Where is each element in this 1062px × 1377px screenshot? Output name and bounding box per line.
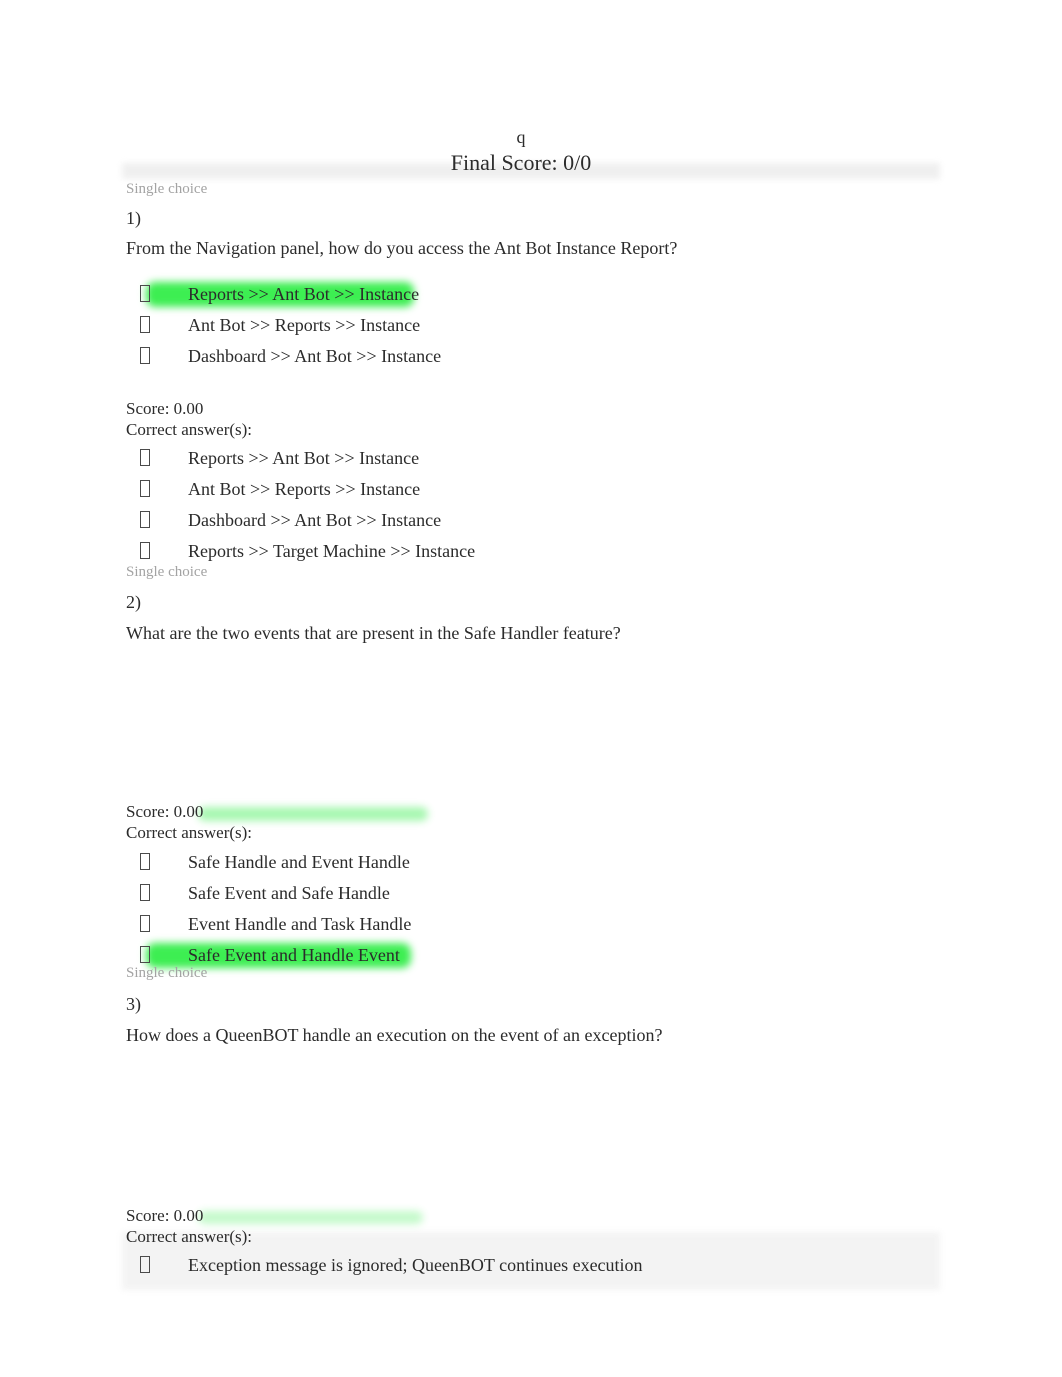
- correct-answers-label: Correct answer(s):: [126, 823, 253, 842]
- question-1-number: 1): [126, 208, 141, 228]
- score-value: Score: 0.00: [126, 399, 204, 418]
- correct-option-row: Ant Bot >> Reports >> Instance: [126, 474, 942, 505]
- correct-option-row: Event Handle and Task Handle: [126, 909, 942, 940]
- question-3-empty-response-area: [126, 1060, 942, 1200]
- question-1-score: Score: 0.00 Correct answer(s):: [126, 398, 942, 440]
- checkbox-icon: [126, 909, 188, 940]
- question-2-number: 2): [126, 592, 141, 612]
- correct-option-row: Safe Event and Safe Handle: [126, 878, 942, 909]
- option-label[interactable]: Reports >> Ant Bot >> Instance: [188, 279, 419, 310]
- option-label: Safe Event and Handle Event: [188, 945, 400, 965]
- question-2-correct-options: Safe Handle and Event Handle Safe Event …: [126, 847, 942, 971]
- checkbox-icon: [126, 443, 188, 474]
- checkbox-icon: [126, 940, 188, 971]
- checkbox-icon: [126, 1250, 188, 1281]
- final-score: Final Score: 0/0: [450, 150, 592, 175]
- correct-answers-label: Correct answer(s):: [126, 1227, 253, 1246]
- page-title: q: [516, 127, 526, 147]
- question-2-score: Score: 0.00 Correct answer(s):: [126, 801, 942, 843]
- correct-option-row: Exception message is ignored; QueenBOT c…: [126, 1250, 942, 1281]
- question-3-number: 3): [126, 994, 141, 1014]
- checkbox-icon[interactable]: [126, 341, 188, 372]
- option-row[interactable]: Dashboard >> Ant Bot >> Instance: [126, 341, 942, 372]
- correct-option-row: Safe Handle and Event Handle: [126, 847, 942, 878]
- question-1-selected-options: Reports >> Ant Bot >> Instance Ant Bot >…: [126, 279, 942, 372]
- correct-answers-label: Correct answer(s):: [126, 420, 253, 439]
- option-label[interactable]: Dashboard >> Ant Bot >> Instance: [188, 341, 441, 372]
- option-label: Reports >> Target Machine >> Instance: [188, 541, 476, 561]
- score-value: Score: 0.00: [126, 802, 204, 821]
- option-label[interactable]: Ant Bot >> Reports >> Instance: [188, 310, 420, 341]
- document-header: q Final Score: 0/0: [0, 126, 1042, 176]
- checkbox-icon[interactable]: [126, 279, 188, 310]
- question-3-text: How does a QueenBOT handle an execution …: [126, 1025, 663, 1045]
- checkbox-icon[interactable]: [126, 310, 188, 341]
- option-label: Event Handle and Task Handle: [188, 914, 412, 934]
- correct-option-row: Reports >> Ant Bot >> Instance: [126, 443, 942, 474]
- checkbox-icon: [126, 505, 188, 536]
- checkbox-icon: [126, 536, 188, 567]
- quiz-results-page: q Final Score: 0/0 Single choice 1) From…: [0, 0, 1062, 1377]
- option-label: Exception message is ignored; QueenBOT c…: [188, 1255, 643, 1275]
- option-label: Reports >> Ant Bot >> Instance: [188, 448, 420, 468]
- option-row[interactable]: Ant Bot >> Reports >> Instance: [126, 310, 942, 341]
- question-1-type: Single choice: [126, 180, 942, 198]
- correct-option-row: Dashboard >> Ant Bot >> Instance: [126, 505, 942, 536]
- checkbox-icon: [126, 474, 188, 505]
- checkbox-icon: [126, 847, 188, 878]
- option-label: Ant Bot >> Reports >> Instance: [188, 479, 421, 499]
- question-2-text: What are the two events that are present…: [126, 623, 621, 643]
- single-choice-label: Single choice: [126, 181, 208, 197]
- option-row[interactable]: Reports >> Ant Bot >> Instance: [126, 279, 942, 310]
- checkbox-icon: [126, 878, 188, 909]
- question-1-correct-options: Reports >> Ant Bot >> Instance Ant Bot >…: [126, 443, 942, 567]
- option-label: Safe Event and Safe Handle: [188, 883, 390, 903]
- score-value: Score: 0.00: [126, 1206, 204, 1225]
- option-label: Safe Handle and Event Handle: [188, 852, 410, 872]
- option-label: Dashboard >> Ant Bot >> Instance: [188, 510, 442, 530]
- question-2-empty-response-area: [126, 660, 942, 800]
- question-1-text: From the Navigation panel, how do you ac…: [126, 238, 678, 258]
- question-3-correct-options: Exception message is ignored; QueenBOT c…: [126, 1250, 942, 1281]
- question-3-score: Score: 0.00 Correct answer(s):: [126, 1205, 942, 1247]
